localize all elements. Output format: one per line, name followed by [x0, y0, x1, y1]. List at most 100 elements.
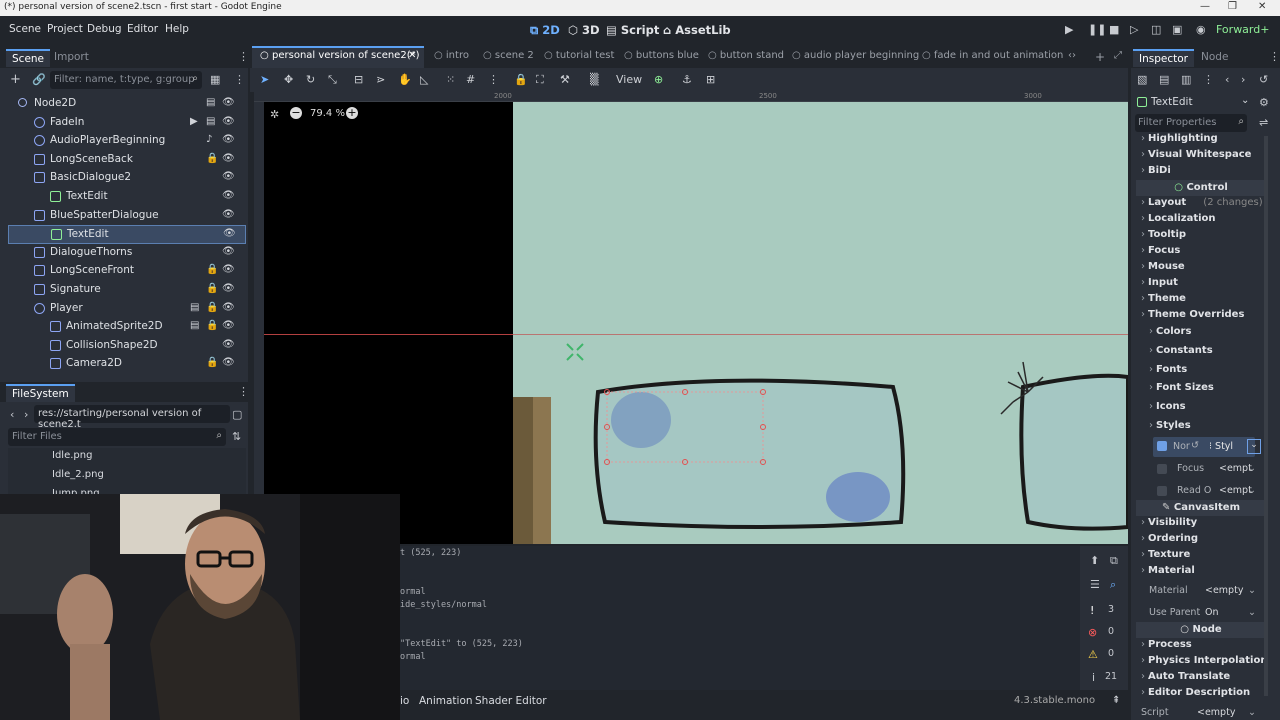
section-theme[interactable]: › Theme [1141, 293, 1186, 304]
section-mouse[interactable]: › Mouse [1141, 261, 1185, 272]
history-icon[interactable]: ↺ [1259, 73, 1268, 86]
section-highlighting[interactable]: › Highlighting [1141, 133, 1218, 144]
property-value[interactable]: <empty [1197, 707, 1235, 718]
scene-tree-node[interactable]: DialogueThorns 👁 [8, 244, 246, 263]
property-value[interactable]: <empt [1219, 463, 1252, 474]
tab-scene-2[interactable]: ○ scene 2 [483, 50, 534, 61]
chevron-down-icon[interactable]: ⌄ [1248, 707, 1256, 718]
scene-tree-node[interactable]: AudioPlayerBeginning 👁 ♪ [8, 132, 246, 151]
section-colors[interactable]: › Colors [1149, 326, 1191, 337]
tab-inspector[interactable]: Inspector [1133, 49, 1194, 67]
menu-scene[interactable]: Scene [9, 23, 41, 35]
scene-menu-icon[interactable]: ⋮ [234, 73, 245, 86]
scene-tree-node[interactable]: BasicDialogue2 👁 [8, 169, 246, 188]
section-texture[interactable]: › Texture [1141, 549, 1190, 560]
tab-filesystem[interactable]: FileSystem [6, 384, 75, 402]
filter-files-input[interactable]: Filter Files ⌕ [8, 428, 226, 446]
copy-icon[interactable]: ⧉ [1110, 554, 1118, 568]
section-process[interactable]: › Process [1141, 639, 1192, 650]
section-ordering[interactable]: › Ordering [1141, 533, 1198, 544]
pan-mode-icon[interactable]: ✋ [398, 73, 412, 86]
minimize-icon[interactable]: — [1200, 1, 1210, 12]
property-script[interactable]: Script <empty ⌄ [1141, 705, 1256, 720]
section-icons[interactable]: › Icons [1149, 401, 1186, 412]
snap-target-icon[interactable]: ✲ [270, 108, 279, 121]
move-mode-icon[interactable]: ✥ [284, 73, 293, 86]
tab-shader-editor[interactable]: Shader Editor [475, 695, 547, 707]
property-value[interactable]: <empt [1219, 485, 1252, 496]
play-scene-icon[interactable]: ▷ [1130, 23, 1138, 36]
eye-icon[interactable]: 👁 [222, 302, 235, 313]
save-resource-icon[interactable]: ▥ [1181, 73, 1191, 86]
scene-tree-node[interactable]: CollisionShape2D 👁 [8, 337, 246, 356]
property-value[interactable]: On [1205, 607, 1219, 618]
inspector-scrollbar[interactable] [1264, 136, 1268, 696]
history-forward-icon[interactable]: › [1241, 73, 1245, 86]
scene-canvas[interactable] [513, 102, 1128, 544]
property-focus[interactable]: Focus <empt ⌄ [1157, 461, 1256, 479]
filter-icon[interactable]: ☰ [1090, 578, 1100, 591]
smart-snap-icon[interactable]: ⁙ [446, 73, 455, 86]
new-resource-icon[interactable]: ▧ [1137, 73, 1147, 86]
group-icon[interactable]: ⛶ [536, 73, 544, 87]
file-item[interactable]: Idle_2.png [52, 469, 104, 480]
zoom-in-icon[interactable]: + [346, 107, 358, 119]
eye-icon[interactable]: 👁 [222, 134, 235, 145]
close-window-icon[interactable]: ✕ [1258, 1, 1266, 12]
property-normal-style[interactable]: Nor ↺ ⁝ Styl ⌄ [1153, 436, 1261, 457]
eye-icon[interactable]: 👁 [222, 339, 235, 350]
tab-buttons-blue[interactable]: ○ buttons blue [624, 50, 699, 61]
rotate-mode-icon[interactable]: ↻ [306, 73, 315, 86]
split-view-icon[interactable]: ▢ [232, 408, 242, 421]
section-layout[interactable]: › Layout (2 changes) [1141, 197, 1263, 208]
tab-scroll-left-icon[interactable]: ‹› [1068, 50, 1076, 61]
menu-project[interactable]: Project [47, 23, 83, 35]
eye-icon[interactable]: 👁 [223, 228, 236, 239]
ruler-mode-icon[interactable]: ⊟ [354, 73, 363, 86]
checkbox-checked[interactable] [1157, 440, 1167, 451]
distraction-free-icon[interactable]: ⤢ [1114, 50, 1122, 61]
animation-icon[interactable]: ▶ [190, 116, 198, 127]
menu-debug[interactable]: Debug [87, 23, 122, 35]
lock-icon[interactable]: 🔒 [514, 73, 528, 86]
anchor-icon[interactable]: ⚓ [682, 73, 692, 86]
maximize-icon[interactable]: ❐ [1228, 1, 1237, 12]
object-selector[interactable]: TextEdit ⌄ [1135, 94, 1253, 112]
scene-filter-input[interactable]: Filter: name, t:type, g:group ⌕ [50, 71, 202, 89]
lock-icon[interactable]: 🔒 [206, 153, 218, 164]
chevron-down-icon[interactable]: ⌄ [1248, 607, 1256, 618]
scene-tree-node[interactable]: LongSceneFront 👁 🔒 [8, 262, 246, 281]
select-mode-icon[interactable]: ➤ [260, 73, 269, 86]
panel-expand-icon[interactable]: ⇞ [1112, 695, 1120, 706]
property-filter-icon[interactable]: ⇌ [1259, 116, 1268, 129]
section-styles[interactable]: › Styles [1149, 420, 1191, 431]
filesystem-path-input[interactable]: res://starting/personal version of scene… [34, 405, 230, 430]
section-material[interactable]: › Material [1141, 565, 1195, 576]
tab-animation[interactable]: Animation [419, 695, 473, 707]
eye-icon[interactable]: 👁 [222, 153, 235, 164]
view-menu-button[interactable]: View [616, 73, 642, 86]
tab-node[interactable]: Node [1195, 49, 1234, 65]
eye-icon[interactable]: 👁 [222, 116, 235, 127]
eye-icon[interactable]: 👁 [222, 283, 235, 294]
scene-tree-node[interactable]: Node2D 👁 ▤ [8, 95, 246, 114]
remote-debug-icon[interactable]: ◉ [1196, 23, 1206, 36]
eye-icon[interactable]: 👁 [222, 264, 235, 275]
object-options-icon[interactable]: ⚙ [1259, 96, 1269, 109]
section-font-sizes[interactable]: › Font Sizes [1149, 382, 1214, 393]
section-theme-overrides[interactable]: › Theme Overrides [1141, 309, 1244, 320]
tab-tutorial-test[interactable]: ○ tutorial test [544, 50, 614, 61]
tab-button-stand[interactable]: ○ button stand [708, 50, 784, 61]
info-icon[interactable]: ⅰ [1092, 671, 1095, 684]
renderer-select[interactable]: Forward+ [1216, 23, 1269, 36]
section-visual-whitespace[interactable]: › Visual Whitespace [1141, 149, 1251, 160]
layout-icon[interactable]: ⊞ [706, 73, 715, 86]
script-icon[interactable]: ▤ [190, 320, 199, 331]
play-icon[interactable]: ▶ [1065, 23, 1073, 36]
revert-icon[interactable]: ↺ [1191, 440, 1199, 451]
filter-properties-input[interactable]: Filter Properties ⌕ [1135, 114, 1247, 132]
script-attach-icon[interactable]: ▦ [210, 73, 220, 86]
section-bidi[interactable]: › BiDi [1141, 165, 1171, 176]
errors-icon[interactable]: ⊗ [1088, 626, 1097, 639]
script-icon[interactable]: ▤ [190, 302, 199, 313]
